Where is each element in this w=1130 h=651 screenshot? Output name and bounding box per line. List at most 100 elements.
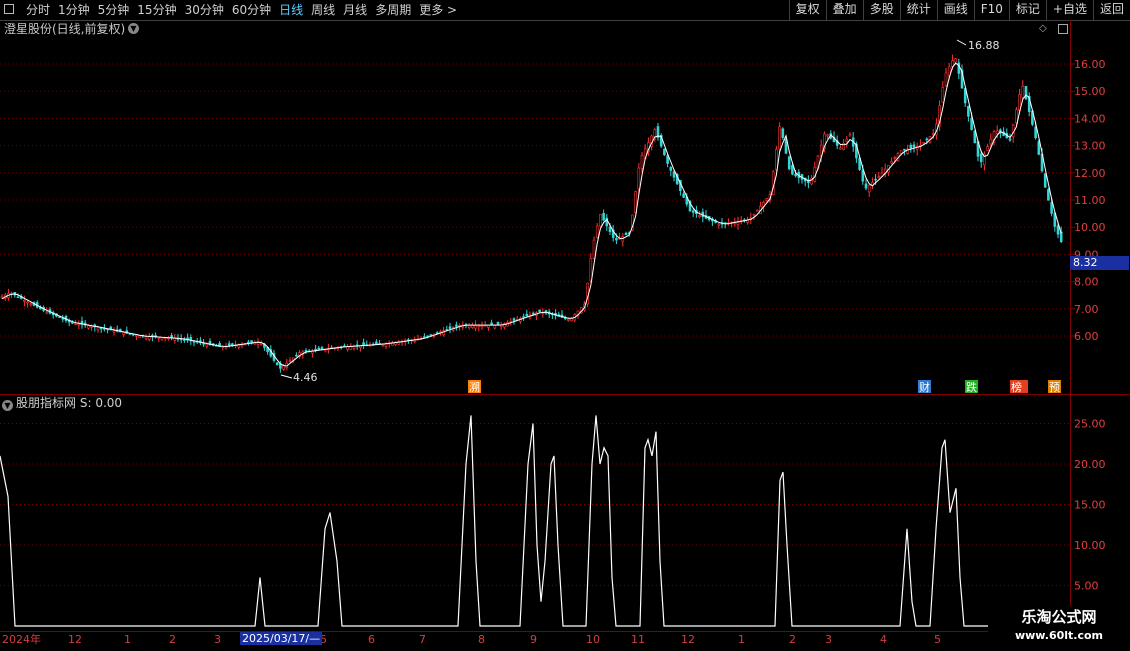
candle-body — [989, 138, 993, 145]
candle-body — [227, 343, 231, 346]
candle-body — [16, 296, 20, 299]
price-tick-label: 15.00 — [1074, 85, 1106, 98]
candle-body — [567, 318, 570, 321]
candle-body — [599, 214, 602, 227]
candle-body — [602, 213, 605, 221]
candle-body — [282, 365, 285, 370]
candlestick-chart[interactable]: 16.0015.0014.0013.0012.0011.0010.009.008… — [0, 0, 1130, 650]
watermark: 乐淘公式网 www.60lt.com — [988, 606, 1130, 650]
candle-body — [663, 148, 666, 156]
candle-body — [922, 142, 925, 144]
high-annotation: 16.88 — [956, 39, 1000, 52]
candle-body — [691, 210, 695, 213]
last-price-tag: 8.32 — [1070, 256, 1129, 270]
watermark-url: www.60lt.com — [1014, 629, 1104, 642]
candle-body — [45, 311, 49, 314]
indicator-tick-label: 25.00 — [1074, 418, 1106, 431]
event-marker: 跌 — [966, 380, 977, 394]
candle-body — [640, 154, 644, 169]
candle-body — [595, 225, 599, 238]
candle-body — [944, 72, 948, 86]
candle-body — [755, 209, 759, 212]
candle-body — [288, 360, 292, 362]
date-tick: 3 — [825, 633, 832, 646]
indicator-title: ▼ 股朋指标网 S: 0.00 — [2, 396, 122, 411]
candle-body — [362, 342, 365, 346]
candle-body — [112, 330, 116, 333]
price-tick-label: 10.00 — [1074, 221, 1106, 234]
event-marker: 财 — [919, 380, 930, 394]
indicator-name: 股朋指标网 — [16, 396, 77, 410]
candle-body — [781, 128, 785, 138]
candle-body — [967, 105, 970, 117]
date-tick: 6 — [368, 633, 375, 646]
candle-body — [531, 312, 535, 315]
candle-body — [87, 325, 90, 329]
candle-body — [512, 318, 516, 321]
candle-body — [1037, 141, 1041, 155]
candle-body — [90, 326, 93, 328]
candle-body — [77, 323, 81, 326]
date-tick: 10 — [586, 633, 600, 646]
indicator-tick-label: 5.00 — [1074, 580, 1099, 593]
event-markers: 溯 财 跌 榜 预 — [468, 380, 1061, 394]
date-tick: 2 — [789, 633, 796, 646]
candle-body — [538, 309, 541, 312]
candle-body — [682, 193, 685, 198]
price-tick-label: 6.00 — [1074, 330, 1099, 343]
candle-body — [608, 226, 612, 233]
candle-body — [909, 144, 913, 149]
candle-body — [314, 348, 317, 351]
candle-body — [183, 339, 186, 341]
candle-body — [295, 354, 298, 357]
candle-body — [698, 214, 701, 217]
candles — [0, 54, 1063, 373]
chevron-down-icon[interactable]: ▼ — [2, 400, 13, 411]
date-tick: 12 — [68, 633, 82, 646]
candle-body — [637, 167, 641, 190]
date-tick: 8 — [478, 633, 485, 646]
candle-body — [826, 134, 829, 137]
candle-body — [231, 343, 234, 346]
candle-body — [893, 157, 897, 159]
candle-body — [23, 300, 26, 302]
candle-body — [592, 239, 596, 259]
candle-body — [304, 350, 308, 352]
low-pointer — [280, 374, 293, 379]
candle-body — [778, 126, 781, 150]
candle-body — [147, 336, 151, 340]
candle-body — [525, 313, 529, 317]
candle-body — [1056, 225, 1060, 235]
candle-body — [173, 338, 177, 341]
price-tick-label: 16.00 — [1074, 58, 1106, 71]
date-tick: 1 — [124, 633, 131, 646]
indicator-tick-label: 20.00 — [1074, 458, 1106, 471]
candle-body — [448, 326, 452, 329]
candle-body — [867, 185, 871, 193]
event-marker: 溯 — [469, 381, 480, 394]
candle-body — [1015, 109, 1018, 124]
price-tick-label: 12.00 — [1074, 167, 1106, 180]
candle-body — [925, 138, 929, 141]
date-tick: 9 — [530, 633, 537, 646]
moving-average-line — [1, 62, 1062, 367]
candle-body — [839, 147, 842, 150]
indicator-tick-label: 15.00 — [1074, 499, 1106, 512]
price-tick-label: 11.00 — [1074, 194, 1106, 207]
candle-body — [1050, 202, 1053, 214]
high-pointer — [956, 39, 967, 46]
indicator-line — [0, 415, 1070, 627]
candle-body — [845, 138, 849, 142]
candle-body — [135, 334, 138, 337]
candle-body — [752, 213, 756, 216]
candle-body — [624, 232, 628, 236]
candle-body — [954, 58, 957, 63]
date-tick: 5 — [934, 633, 941, 646]
date-tick: 12 — [681, 633, 695, 646]
candle-body — [669, 167, 673, 171]
price-tick-label: 13.00 — [1074, 140, 1106, 153]
candle-body — [672, 171, 676, 178]
candle-body — [423, 336, 426, 338]
main-grid — [0, 63, 1070, 337]
candle-body — [794, 173, 797, 177]
